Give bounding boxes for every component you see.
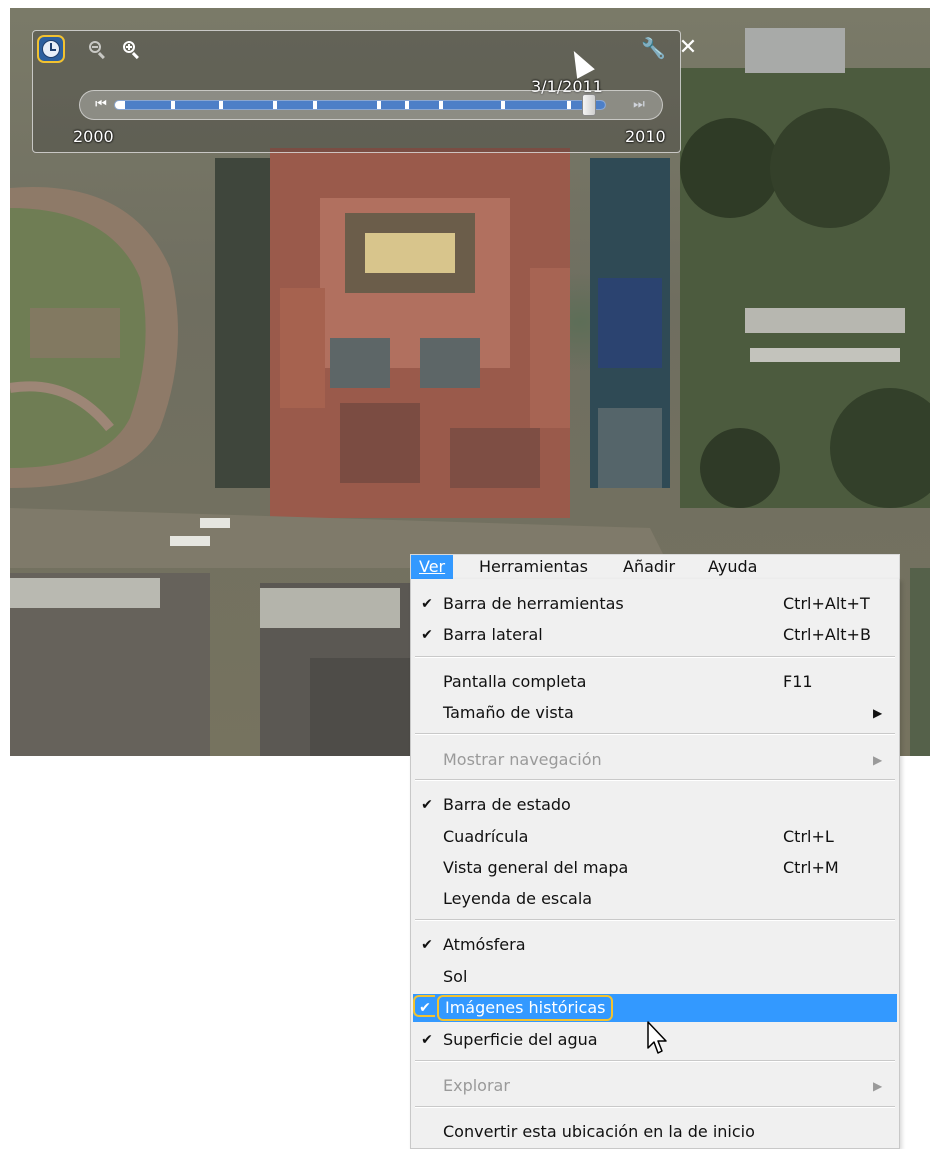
menu-item-imagenes-historicas[interactable]: ✔ Imágenes históricas bbox=[413, 994, 897, 1022]
menu-ver[interactable]: Ver bbox=[411, 555, 454, 580]
menu-separator bbox=[415, 1106, 895, 1108]
close-icon[interactable]: ✕ bbox=[677, 37, 699, 59]
checkmark-icon: ✔ bbox=[421, 627, 433, 643]
checkmark-icon: ✔ bbox=[421, 797, 433, 813]
checkmark-icon: ✔ bbox=[421, 1032, 433, 1048]
menu-item-vista-general[interactable]: Vista general del mapa Ctrl+M bbox=[413, 854, 897, 882]
menu-item-barra-lateral[interactable]: ✔ Barra lateral Ctrl+Alt+B bbox=[413, 621, 897, 649]
menu-herramientas[interactable]: Herramientas bbox=[471, 555, 596, 580]
menu-item-atmosfera[interactable]: ✔ Atmósfera bbox=[413, 931, 897, 959]
menu-item-cuadricula[interactable]: Cuadrícula Ctrl+L bbox=[413, 823, 897, 851]
menu-separator bbox=[415, 919, 895, 921]
menu-item-convertir-inicio[interactable]: Convertir esta ubicación en la de inicio bbox=[413, 1118, 897, 1146]
menu-item-explorar[interactable]: Explorar ▶ bbox=[413, 1072, 897, 1100]
menu-separator bbox=[415, 733, 895, 735]
menu-bar: Ver Herramientas Añadir Ayuda bbox=[410, 554, 900, 580]
submenu-arrow-icon: ▶ bbox=[873, 753, 883, 767]
menu-item-barra-estado[interactable]: ✔ Barra de estado bbox=[413, 791, 897, 819]
menu-item-sol[interactable]: Sol bbox=[413, 963, 897, 991]
menu-item-pantalla-completa[interactable]: Pantalla completa F11 bbox=[413, 668, 897, 696]
ver-dropdown-menu: ✔ Barra de herramientas Ctrl+Alt+T ✔ Bar… bbox=[410, 579, 900, 1149]
menu-ayuda[interactable]: Ayuda bbox=[700, 555, 765, 580]
checkmark-icon: ✔ bbox=[413, 995, 435, 1017]
checkmark-icon: ✔ bbox=[421, 596, 433, 612]
menu-item-leyenda-escala[interactable]: Leyenda de escala bbox=[413, 885, 897, 913]
menu-separator bbox=[415, 779, 895, 781]
clock-icon[interactable] bbox=[37, 35, 65, 63]
mouse-pointer-icon bbox=[647, 1021, 667, 1054]
skip-forward-icon[interactable]: ⏭ bbox=[630, 96, 648, 114]
slider-track[interactable] bbox=[114, 100, 606, 110]
slider-thumb[interactable] bbox=[582, 94, 597, 116]
skip-back-icon[interactable]: ⏮ bbox=[92, 96, 110, 114]
year-start-label: 2000 bbox=[73, 127, 114, 146]
zoom-in-icon[interactable] bbox=[121, 39, 143, 61]
wrench-icon[interactable]: 🔧 bbox=[641, 37, 666, 59]
zoom-out-icon[interactable] bbox=[87, 39, 109, 61]
submenu-arrow-icon: ▶ bbox=[873, 1079, 883, 1093]
menu-item-tamano-vista[interactable]: Tamaño de vista ▶ bbox=[413, 699, 897, 727]
submenu-arrow-icon: ▶ bbox=[873, 706, 883, 720]
menu-item-barra-herramientas[interactable]: ✔ Barra de herramientas Ctrl+Alt+T bbox=[413, 590, 897, 618]
year-end-label: 2010 bbox=[625, 127, 666, 146]
menu-anadir[interactable]: Añadir bbox=[615, 555, 683, 580]
menu-separator bbox=[415, 656, 895, 658]
time-slider[interactable]: ⏮ ⏭ bbox=[79, 90, 663, 120]
checkmark-icon: ✔ bbox=[421, 937, 433, 953]
menu-item-mostrar-navegacion[interactable]: Mostrar navegación ▶ bbox=[413, 746, 897, 774]
menu-separator bbox=[415, 1060, 895, 1062]
